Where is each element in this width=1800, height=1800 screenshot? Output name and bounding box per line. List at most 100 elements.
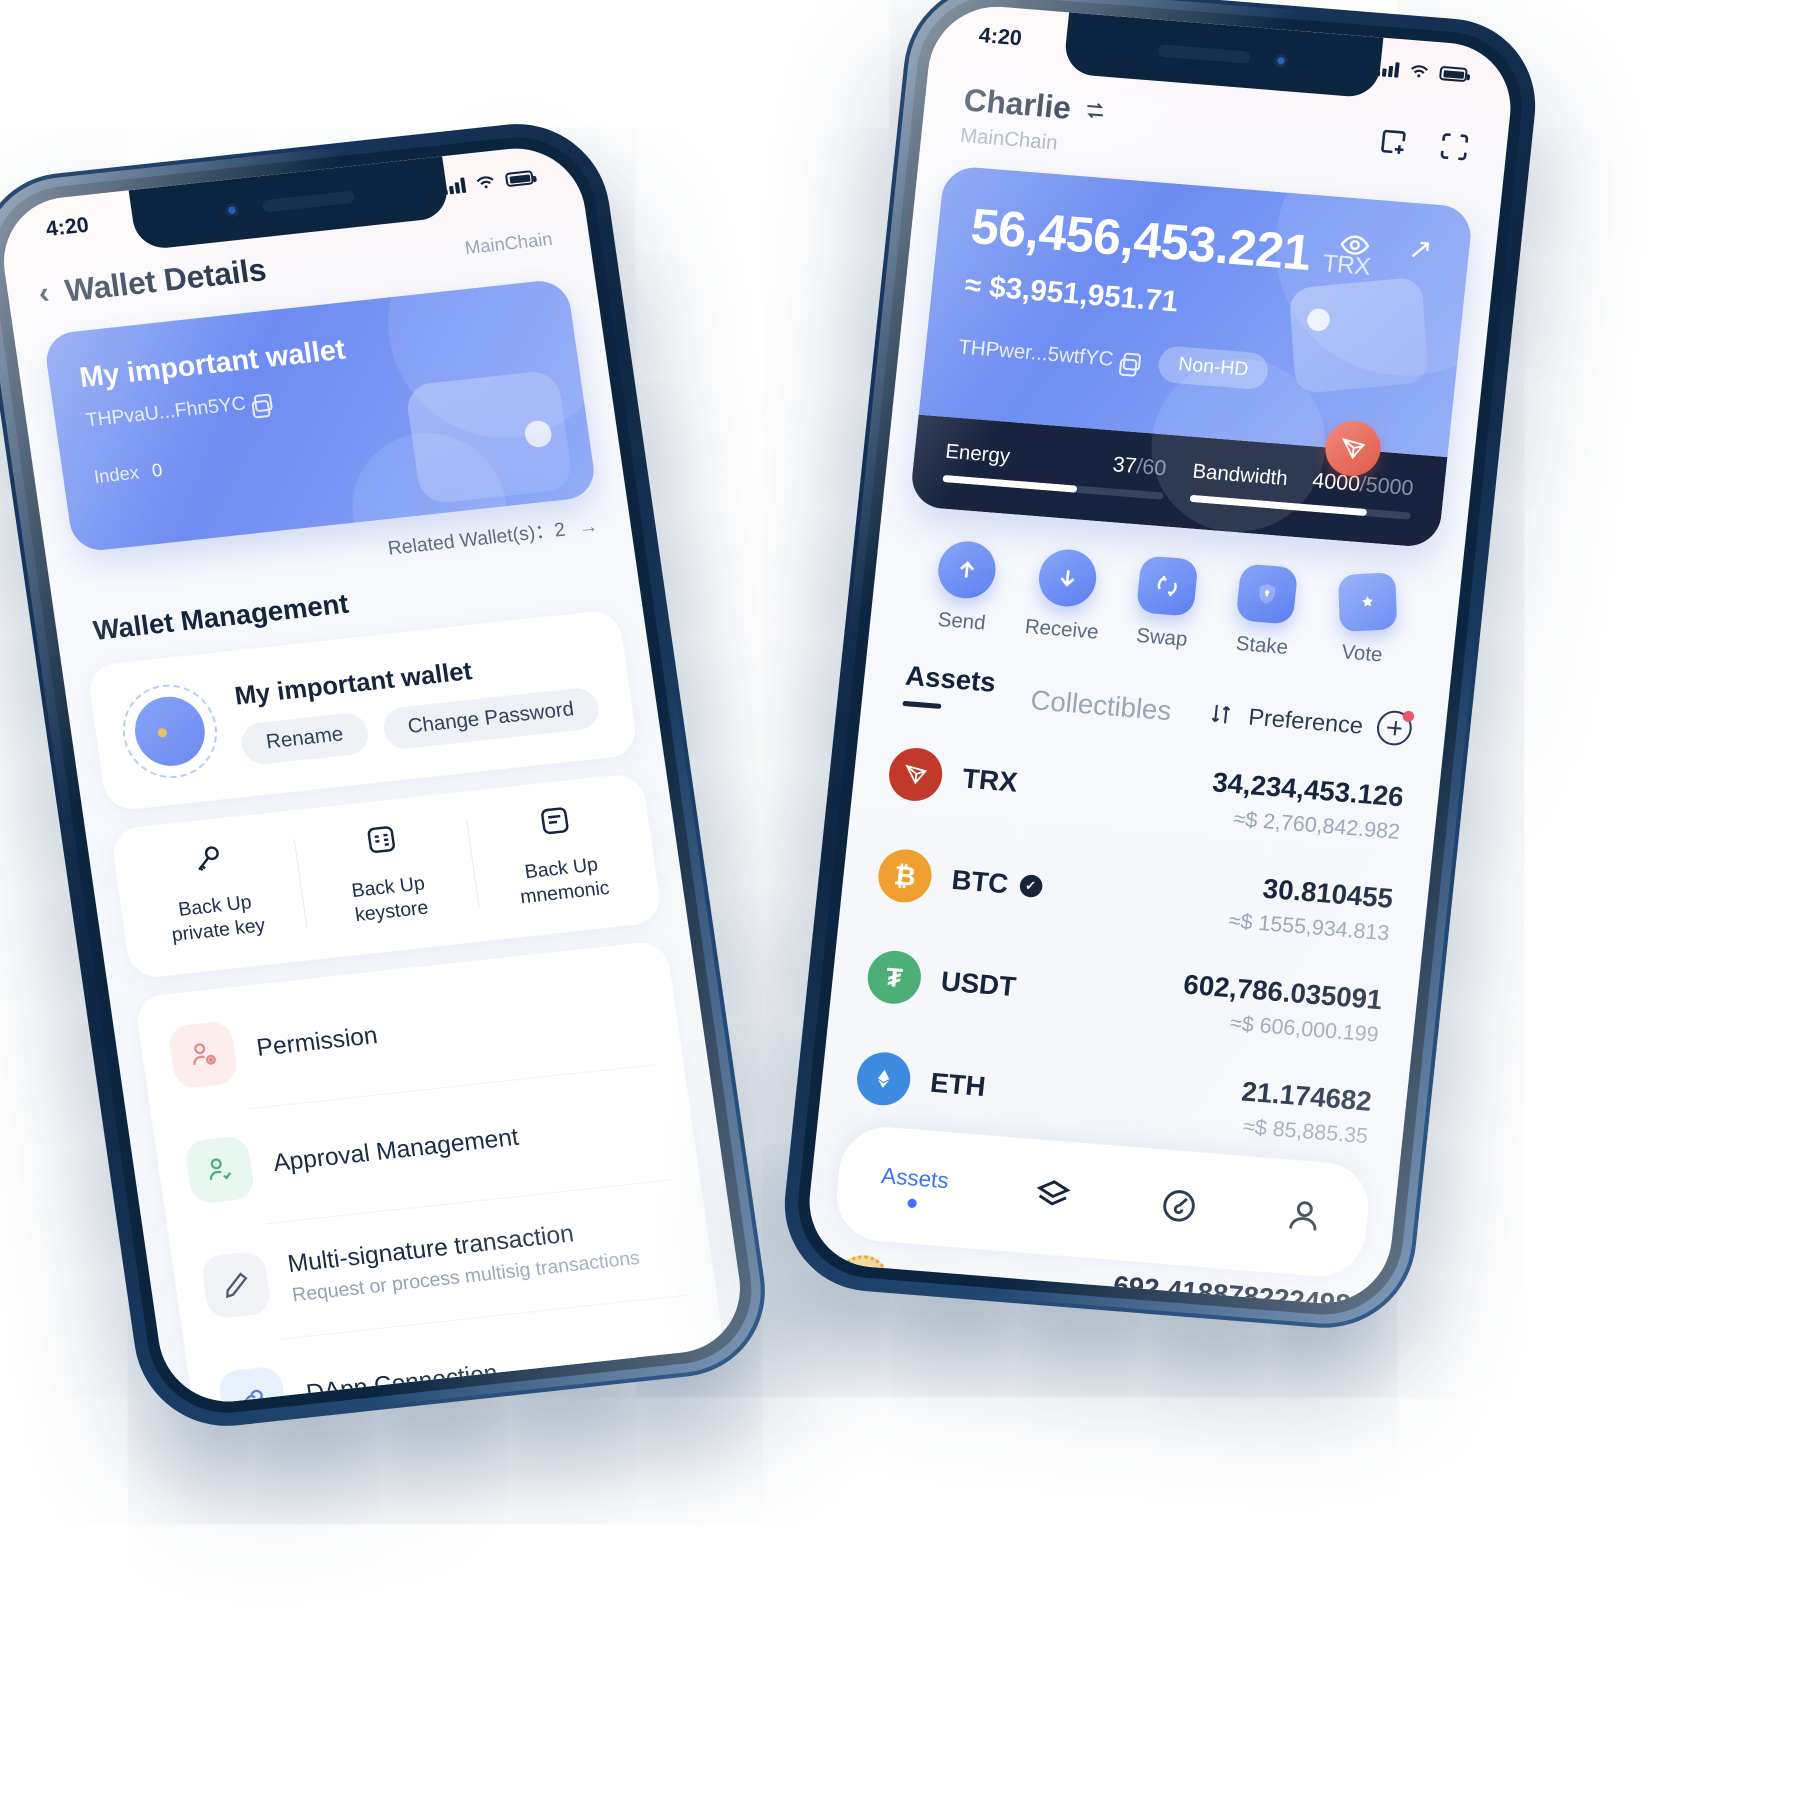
- earpiece-speaker: [1157, 44, 1251, 64]
- add-token-icon[interactable]: [1375, 709, 1415, 747]
- chain-label: MainChain: [959, 124, 1059, 155]
- scan-qr-icon[interactable]: [1435, 128, 1473, 165]
- battery-icon: [504, 170, 535, 188]
- action-vote[interactable]: Vote: [1311, 570, 1421, 670]
- coin-icon-usdt: ₮: [865, 948, 924, 1006]
- add-wallet-icon[interactable]: [1374, 123, 1412, 160]
- asset-symbol: BTC: [950, 863, 1010, 899]
- wallet-address-text: THPwer...5wtfYC: [957, 335, 1115, 371]
- phone-right-bezel: 4:20 Charlie MainChain ↗ 56,456,453.221 …: [790, 0, 1530, 1321]
- coin-icon-eth: [854, 1050, 913, 1108]
- asset-symbol: USDT: [939, 965, 1018, 1002]
- back-button[interactable]: ‹: [36, 276, 51, 310]
- asset-symbol: SUNOLD: [907, 1269, 1027, 1309]
- avatar[interactable]: [116, 679, 224, 783]
- menu-item-approval-label: Approval Management: [271, 1122, 521, 1177]
- balance-amount: 56,456,453.221: [968, 199, 1314, 282]
- resource-energy-label: Energy: [944, 440, 1012, 468]
- menu-item-dapp-label: DApp Connection: [304, 1358, 500, 1407]
- permission-user-icon: [167, 1019, 240, 1090]
- asset-quantity: 30.810455: [1261, 873, 1395, 915]
- asset-symbol: TRX: [960, 762, 1020, 798]
- wallet-home-screen: 4:20 Charlie MainChain ↗ 56,456,453.221 …: [802, 1, 1518, 1309]
- resource-energy[interactable]: Energy 37/60: [942, 439, 1167, 500]
- earpiece-speaker: [261, 190, 355, 213]
- explore-icon: [1163, 1189, 1195, 1222]
- status-time-left: 4:20: [44, 213, 91, 242]
- action-swap[interactable]: Swap: [1111, 554, 1221, 654]
- asset-fiat: ≈$ 85,885.35: [1242, 1114, 1370, 1149]
- swap-accounts-icon: [1087, 103, 1104, 119]
- wifi-icon: [1411, 65, 1429, 78]
- wallet-index-label: Index: [92, 462, 141, 488]
- battery-icon: [1438, 65, 1468, 83]
- bottom-nav-explore[interactable]: [1156, 1183, 1201, 1232]
- page-title: Wallet Details: [62, 251, 269, 309]
- account-switcher[interactable]: Charlie: [962, 82, 1109, 130]
- copy-icon[interactable]: [1122, 351, 1142, 371]
- arrow-down-icon: [1035, 547, 1099, 609]
- profile-icon: [1289, 1200, 1317, 1231]
- backup-private-key-button[interactable]: Back Up private key: [119, 833, 307, 952]
- front-camera-icon: [1273, 53, 1289, 68]
- menu-item-permission-label: Permission: [254, 1021, 380, 1062]
- arrow-right-icon: →: [577, 515, 600, 540]
- arrow-up-right-icon[interactable]: ↗: [1407, 231, 1434, 266]
- wallet-menu-list: Permission Approval Management Multi-sig…: [134, 939, 743, 1409]
- backup-keystore-button[interactable]: Back Up keystore: [292, 814, 480, 933]
- preference-label[interactable]: Preference: [1247, 703, 1364, 740]
- approval-user-icon: [183, 1134, 256, 1205]
- coin-icon-btc: ₿: [875, 847, 935, 905]
- phone-left-bezel: 4:20 ‹ Wallet Details MainChain My impor…: [0, 129, 762, 1421]
- action-stake[interactable]: Stake: [1211, 562, 1321, 662]
- front-camera-icon: [224, 202, 240, 218]
- layers-icon: [1036, 1179, 1071, 1205]
- asset-quantity: 21.174682: [1240, 1076, 1374, 1117]
- eye-icon[interactable]: [1337, 228, 1373, 263]
- backup-keystore-line2: keystore: [353, 896, 430, 927]
- bottom-nav-profile[interactable]: [1281, 1194, 1326, 1243]
- change-password-button[interactable]: Change Password: [380, 685, 602, 751]
- shield-lock-icon: [1235, 563, 1299, 625]
- bottom-nav-assets-label: Assets: [880, 1162, 950, 1194]
- rename-button[interactable]: Rename: [238, 710, 371, 766]
- ticket-star-icon: [1337, 571, 1398, 633]
- phone-right: 4:20 Charlie MainChain ↗ 56,456,453.221 …: [775, 0, 1545, 1335]
- wifi-icon: [476, 176, 494, 189]
- wallet-address[interactable]: THPwer...5wtfYC: [957, 336, 1142, 374]
- copy-icon[interactable]: [253, 392, 274, 412]
- wallet-illustration: [404, 369, 574, 506]
- wallet-illustration: [1288, 276, 1429, 395]
- status-time-right: 4:20: [977, 23, 1023, 51]
- asset-fiat: ≈$ 2,760,842.982: [1232, 807, 1402, 845]
- keystore-icon: [292, 814, 471, 875]
- balance-top: ↗ 56,456,453.221 TRX ≈ $3,951,951.71 THP…: [918, 165, 1474, 539]
- mnemonic-icon: [466, 795, 645, 856]
- backup-mnemonic-button[interactable]: Back Up mnemonic: [466, 795, 654, 914]
- backup-panel: Back Up private key Back Up keystore Bac…: [109, 772, 664, 980]
- bottom-nav-layers[interactable]: [1030, 1173, 1075, 1222]
- arrow-up-icon: [935, 539, 999, 601]
- key-icon: [119, 833, 298, 894]
- asset-fiat: ≈$ 1555,934.813: [1227, 909, 1391, 946]
- wallet-address-text: THPvaU...Fhn5YC: [84, 393, 248, 432]
- sort-icon[interactable]: [1206, 700, 1235, 729]
- coin-icon-sunold: [833, 1253, 892, 1309]
- resource-energy-used: 37: [1111, 452, 1138, 479]
- active-dot-indicator: [907, 1198, 918, 1209]
- coin-icon-trx: [886, 745, 945, 803]
- swap-icon: [1135, 555, 1199, 617]
- phone-left: 4:20 ‹ Wallet Details MainChain My impor…: [0, 114, 777, 1436]
- pen-icon: [200, 1249, 273, 1320]
- link-icon: [216, 1364, 289, 1409]
- bottom-nav-assets[interactable]: Assets: [878, 1163, 950, 1211]
- chain-label[interactable]: MainChain: [464, 228, 554, 259]
- balance-card: ↗ 56,456,453.221 TRX ≈ $3,951,951.71 THP…: [909, 165, 1474, 549]
- verified-badge-icon: ✓: [1018, 873, 1043, 899]
- wallet-details-screen: 4:20 ‹ Wallet Details MainChain My impor…: [0, 141, 749, 1409]
- delete-wallet-button[interactable]: Delete wallet: [201, 1406, 742, 1408]
- action-receive[interactable]: Receive: [1010, 546, 1120, 646]
- asset-symbol: ETH: [928, 1066, 988, 1102]
- action-send[interactable]: Send: [910, 537, 1020, 637]
- tab-assets[interactable]: Assets: [902, 660, 997, 713]
